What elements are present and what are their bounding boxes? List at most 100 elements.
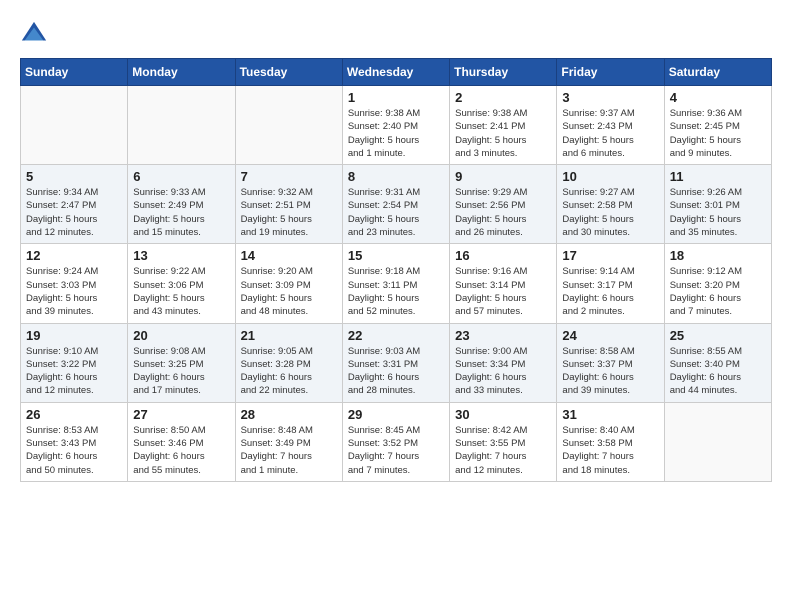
calendar-day-cell: 15 Sunrise: 9:18 AMSunset: 3:11 PMDayligh… (342, 244, 449, 323)
calendar-day-cell: 6 Sunrise: 9:33 AMSunset: 2:49 PMDaylight… (128, 165, 235, 244)
calendar-day-cell: 21 Sunrise: 9:05 AMSunset: 3:28 PMDayligh… (235, 323, 342, 402)
day-info: Sunrise: 9:31 AMSunset: 2:54 PMDaylight:… (348, 186, 444, 239)
weekday-header-row: SundayMondayTuesdayWednesdayThursdayFrid… (21, 59, 772, 86)
calendar-day-cell: 24 Sunrise: 8:58 AMSunset: 3:37 PMDayligh… (557, 323, 664, 402)
day-info: Sunrise: 8:58 AMSunset: 3:37 PMDaylight:… (562, 345, 658, 398)
day-number: 16 (455, 248, 551, 263)
weekday-header-monday: Monday (128, 59, 235, 86)
calendar-day-cell: 18 Sunrise: 9:12 AMSunset: 3:20 PMDayligh… (664, 244, 771, 323)
calendar-day-cell: 14 Sunrise: 9:20 AMSunset: 3:09 PMDayligh… (235, 244, 342, 323)
day-info: Sunrise: 9:16 AMSunset: 3:14 PMDaylight:… (455, 265, 551, 318)
day-number: 18 (670, 248, 766, 263)
calendar-day-cell: 27 Sunrise: 8:50 AMSunset: 3:46 PMDayligh… (128, 402, 235, 481)
calendar-week-row: 1 Sunrise: 9:38 AMSunset: 2:40 PMDaylight… (21, 86, 772, 165)
day-number: 7 (241, 169, 337, 184)
day-number: 24 (562, 328, 658, 343)
calendar-day-cell (235, 86, 342, 165)
day-info: Sunrise: 8:45 AMSunset: 3:52 PMDaylight:… (348, 424, 444, 477)
calendar-week-row: 12 Sunrise: 9:24 AMSunset: 3:03 PMDayligh… (21, 244, 772, 323)
day-info: Sunrise: 9:36 AMSunset: 2:45 PMDaylight:… (670, 107, 766, 160)
day-info: Sunrise: 9:18 AMSunset: 3:11 PMDaylight:… (348, 265, 444, 318)
page-header (20, 20, 772, 48)
day-info: Sunrise: 9:38 AMSunset: 2:40 PMDaylight:… (348, 107, 444, 160)
day-number: 26 (26, 407, 122, 422)
calendar-day-cell: 23 Sunrise: 9:00 AMSunset: 3:34 PMDayligh… (450, 323, 557, 402)
day-info: Sunrise: 9:24 AMSunset: 3:03 PMDaylight:… (26, 265, 122, 318)
day-number: 19 (26, 328, 122, 343)
calendar-day-cell: 2Sunrise: 9:38 AMSunset: 2:41 PMDaylight… (450, 86, 557, 165)
day-number: 12 (26, 248, 122, 263)
day-number: 13 (133, 248, 229, 263)
calendar-week-row: 19 Sunrise: 9:10 AMSunset: 3:22 PMDayligh… (21, 323, 772, 402)
day-info: Sunrise: 9:03 AMSunset: 3:31 PMDaylight:… (348, 345, 444, 398)
day-number: 8 (348, 169, 444, 184)
calendar-day-cell: 30 Sunrise: 8:42 AMSunset: 3:55 PMDayligh… (450, 402, 557, 481)
day-number: 6 (133, 169, 229, 184)
calendar-day-cell: 29 Sunrise: 8:45 AMSunset: 3:52 PMDayligh… (342, 402, 449, 481)
day-info: Sunrise: 9:10 AMSunset: 3:22 PMDaylight:… (26, 345, 122, 398)
day-info: Sunrise: 9:00 AMSunset: 3:34 PMDaylight:… (455, 345, 551, 398)
day-number: 22 (348, 328, 444, 343)
calendar-day-cell: 1 Sunrise: 9:38 AMSunset: 2:40 PMDaylight… (342, 86, 449, 165)
day-number: 1 (348, 90, 444, 105)
day-info: Sunrise: 8:48 AMSunset: 3:49 PMDaylight:… (241, 424, 337, 477)
day-info: Sunrise: 9:29 AMSunset: 2:56 PMDaylight:… (455, 186, 551, 239)
day-info: Sunrise: 8:40 AMSunset: 3:58 PMDaylight:… (562, 424, 658, 477)
calendar-day-cell: 10Sunrise: 9:27 AMSunset: 2:58 PMDayligh… (557, 165, 664, 244)
calendar-day-cell: 13Sunrise: 9:22 AMSunset: 3:06 PMDayligh… (128, 244, 235, 323)
day-number: 29 (348, 407, 444, 422)
logo-icon (20, 20, 48, 48)
calendar-day-cell: 3Sunrise: 9:37 AMSunset: 2:43 PMDaylight… (557, 86, 664, 165)
calendar-week-row: 26 Sunrise: 8:53 AMSunset: 3:43 PMDayligh… (21, 402, 772, 481)
calendar-day-cell (21, 86, 128, 165)
day-info: Sunrise: 9:33 AMSunset: 2:49 PMDaylight:… (133, 186, 229, 239)
day-info: Sunrise: 9:05 AMSunset: 3:28 PMDaylight:… (241, 345, 337, 398)
day-info: Sunrise: 9:12 AMSunset: 3:20 PMDaylight:… (670, 265, 766, 318)
day-number: 27 (133, 407, 229, 422)
day-number: 23 (455, 328, 551, 343)
day-number: 21 (241, 328, 337, 343)
calendar-day-cell: 26 Sunrise: 8:53 AMSunset: 3:43 PMDayligh… (21, 402, 128, 481)
day-info: Sunrise: 9:08 AMSunset: 3:25 PMDaylight:… (133, 345, 229, 398)
calendar-day-cell: 9Sunrise: 9:29 AMSunset: 2:56 PMDaylight… (450, 165, 557, 244)
weekday-header-friday: Friday (557, 59, 664, 86)
calendar-day-cell: 16 Sunrise: 9:16 AMSunset: 3:14 PMDayligh… (450, 244, 557, 323)
calendar-day-cell: 20Sunrise: 9:08 AMSunset: 3:25 PMDayligh… (128, 323, 235, 402)
weekday-header-wednesday: Wednesday (342, 59, 449, 86)
calendar-day-cell: 7Sunrise: 9:32 AMSunset: 2:51 PMDaylight… (235, 165, 342, 244)
day-info: Sunrise: 8:55 AMSunset: 3:40 PMDaylight:… (670, 345, 766, 398)
calendar-day-cell: 12 Sunrise: 9:24 AMSunset: 3:03 PMDayligh… (21, 244, 128, 323)
day-number: 3 (562, 90, 658, 105)
day-info: Sunrise: 8:50 AMSunset: 3:46 PMDaylight:… (133, 424, 229, 477)
day-info: Sunrise: 9:34 AMSunset: 2:47 PMDaylight:… (26, 186, 122, 239)
calendar-day-cell (128, 86, 235, 165)
day-number: 14 (241, 248, 337, 263)
calendar-day-cell: 5 Sunrise: 9:34 AMSunset: 2:47 PMDaylight… (21, 165, 128, 244)
calendar-day-cell: 31 Sunrise: 8:40 AMSunset: 3:58 PMDayligh… (557, 402, 664, 481)
day-number: 5 (26, 169, 122, 184)
day-info: Sunrise: 9:26 AMSunset: 3:01 PMDaylight:… (670, 186, 766, 239)
day-number: 28 (241, 407, 337, 422)
day-info: Sunrise: 8:42 AMSunset: 3:55 PMDaylight:… (455, 424, 551, 477)
weekday-header-saturday: Saturday (664, 59, 771, 86)
calendar-day-cell: 4 Sunrise: 9:36 AMSunset: 2:45 PMDaylight… (664, 86, 771, 165)
calendar-day-cell: 19 Sunrise: 9:10 AMSunset: 3:22 PMDayligh… (21, 323, 128, 402)
calendar-day-cell: 28 Sunrise: 8:48 AMSunset: 3:49 PMDayligh… (235, 402, 342, 481)
day-number: 15 (348, 248, 444, 263)
calendar-day-cell: 17Sunrise: 9:14 AMSunset: 3:17 PMDayligh… (557, 244, 664, 323)
calendar-day-cell (664, 402, 771, 481)
calendar-day-cell: 22 Sunrise: 9:03 AMSunset: 3:31 PMDayligh… (342, 323, 449, 402)
day-number: 31 (562, 407, 658, 422)
day-number: 10 (562, 169, 658, 184)
calendar-day-cell: 11Sunrise: 9:26 AMSunset: 3:01 PMDayligh… (664, 165, 771, 244)
day-info: Sunrise: 8:53 AMSunset: 3:43 PMDaylight:… (26, 424, 122, 477)
day-info: Sunrise: 9:20 AMSunset: 3:09 PMDaylight:… (241, 265, 337, 318)
weekday-header-sunday: Sunday (21, 59, 128, 86)
day-number: 4 (670, 90, 766, 105)
logo (20, 20, 52, 48)
calendar-week-row: 5 Sunrise: 9:34 AMSunset: 2:47 PMDaylight… (21, 165, 772, 244)
calendar-day-cell: 8 Sunrise: 9:31 AMSunset: 2:54 PMDaylight… (342, 165, 449, 244)
day-info: Sunrise: 9:38 AMSunset: 2:41 PMDaylight:… (455, 107, 551, 160)
weekday-header-thursday: Thursday (450, 59, 557, 86)
day-number: 30 (455, 407, 551, 422)
